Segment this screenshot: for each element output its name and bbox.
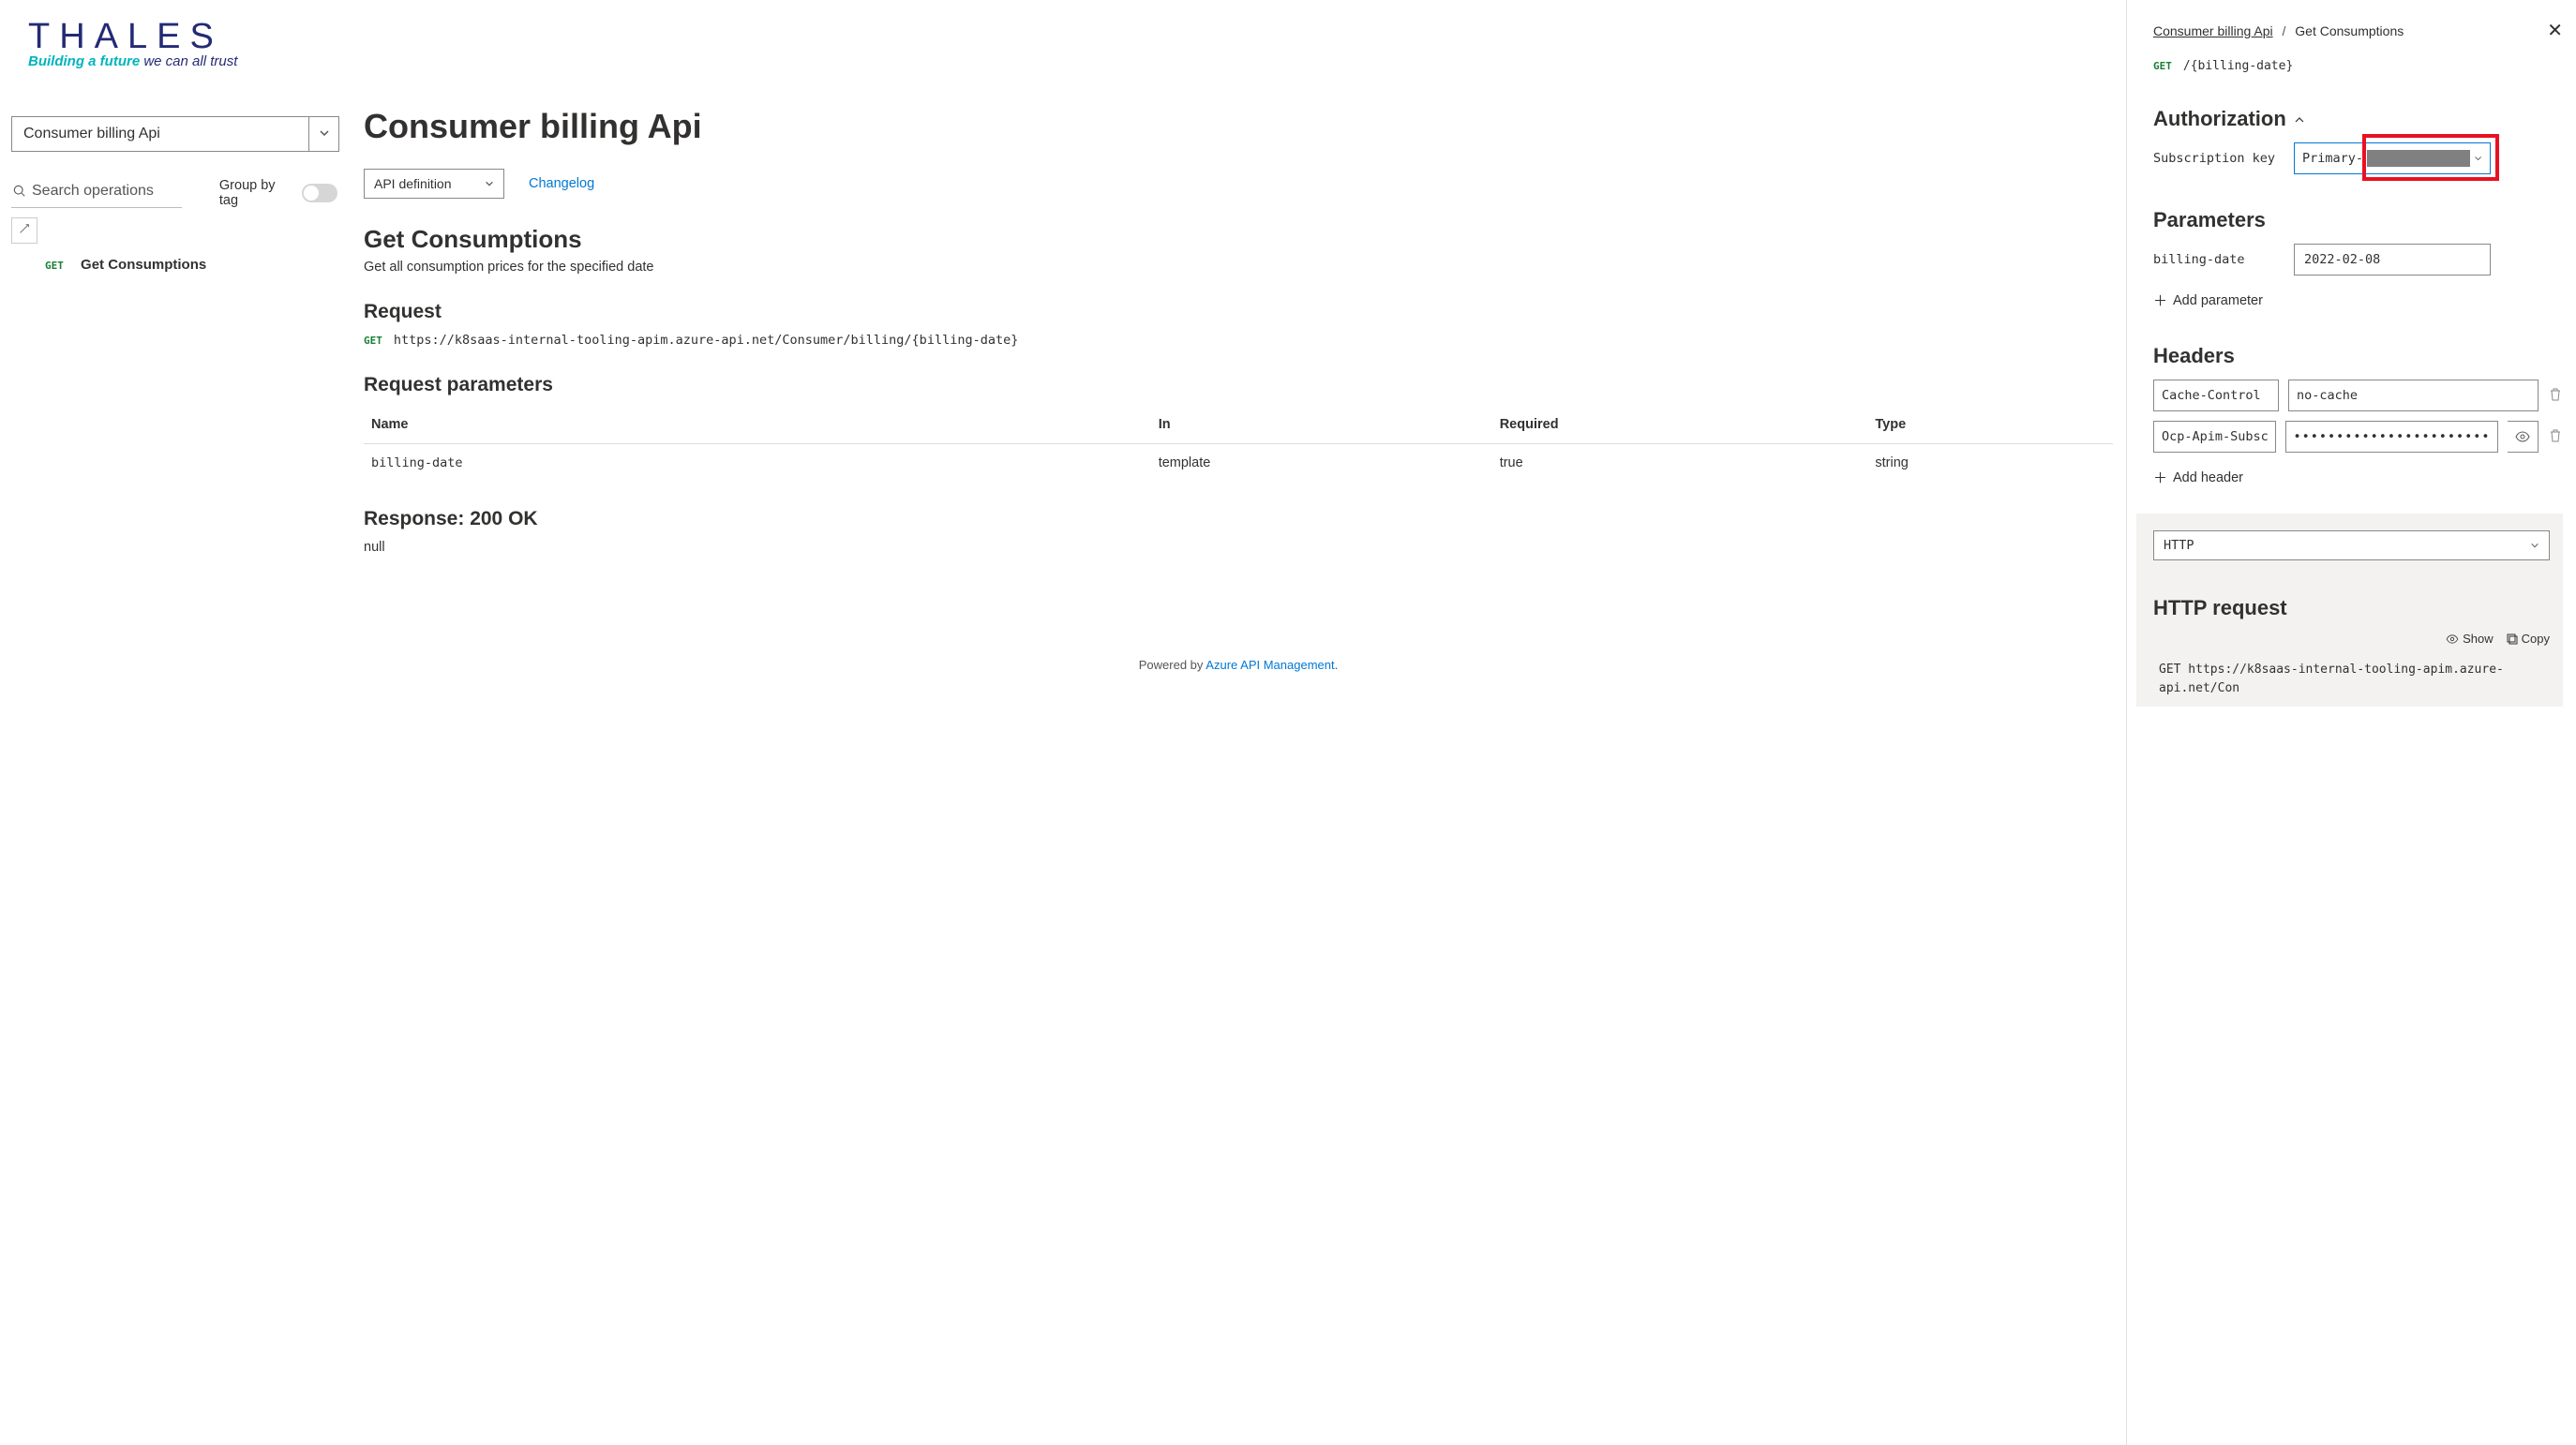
- breadcrumb-leaf: Get Consumptions: [2295, 23, 2404, 38]
- api-select-dropdown[interactable]: Consumer billing Api: [11, 116, 339, 152]
- api-definition-dropdown[interactable]: API definition: [364, 169, 504, 199]
- header-name-input[interactable]: Ocp-Apim-Subsc: [2153, 421, 2276, 453]
- headers-heading: Headers: [2153, 344, 2563, 368]
- collapse-tree-button[interactable]: [11, 217, 37, 244]
- header-value-input[interactable]: •••••••••••••••••••••••: [2285, 421, 2499, 453]
- operation-title: Get Consumptions: [364, 225, 2113, 254]
- subscription-key-label: Subscription key: [2153, 151, 2284, 166]
- operation-name: Get Consumptions: [81, 257, 206, 273]
- page-title: Consumer billing Api: [364, 107, 2113, 146]
- params-table: Name In Required Type billing-date templ…: [364, 406, 2113, 482]
- header-name-input[interactable]: Cache-Control: [2153, 380, 2279, 411]
- sidebar: Consumer billing Api Search operations G…: [0, 79, 347, 1445]
- group-by-tag-label: Group by tag: [219, 178, 294, 208]
- eye-icon: [2446, 634, 2459, 644]
- th-name: Name: [364, 406, 1151, 444]
- response-body: null: [364, 540, 2113, 555]
- sidebar-operation-item[interactable]: GET Get Consumptions: [45, 257, 337, 273]
- eye-icon[interactable]: [2508, 421, 2539, 453]
- powered-by-link[interactable]: Azure API Management: [1206, 658, 1334, 672]
- search-placeholder: Search operations: [32, 183, 154, 200]
- plus-icon: ＋: [2153, 468, 2167, 487]
- add-parameter-button[interactable]: ＋ Add parameter: [2153, 290, 2563, 310]
- masked-key: [2367, 150, 2470, 167]
- powered-by: Powered by Azure API Management.: [364, 658, 2113, 672]
- request-heading: Request: [364, 301, 2113, 323]
- endpoint-path: GET/{billing-date}: [2153, 59, 2563, 73]
- table-row: billing-date template true string: [364, 444, 2113, 483]
- chevron-down-icon: [485, 179, 494, 188]
- try-it-panel: Consumer billing Api / Get Consumptions …: [2126, 0, 2576, 1445]
- trash-icon[interactable]: [2548, 429, 2563, 445]
- api-select-value: Consumer billing Api: [12, 126, 308, 142]
- response-heading: Response: 200 OK: [364, 508, 2113, 530]
- parameters-heading: Parameters: [2153, 208, 2563, 232]
- chevron-up-icon: [2294, 107, 2305, 131]
- param-value-input[interactable]: 2022-02-08: [2294, 244, 2491, 276]
- chevron-down-icon: [2474, 154, 2482, 163]
- th-required: Required: [1492, 406, 1868, 444]
- param-name: billing-date: [2153, 252, 2284, 267]
- app-header: THALES Building a future we can all trus…: [0, 0, 2126, 79]
- group-by-tag-toggle[interactable]: [302, 184, 337, 202]
- copy-button[interactable]: Copy: [2507, 632, 2550, 646]
- language-select[interactable]: HTTP: [2153, 530, 2550, 560]
- th-in: In: [1151, 406, 1492, 444]
- request-line: GEThttps://k8saas-internal-tooling-apim.…: [364, 333, 2113, 348]
- breadcrumb-root[interactable]: Consumer billing Api: [2153, 23, 2273, 38]
- subscription-key-dropdown[interactable]: Primary-: [2294, 142, 2491, 174]
- authorization-heading[interactable]: Authorization: [2153, 107, 2563, 131]
- plus-icon: ＋: [2153, 290, 2167, 310]
- breadcrumb: Consumer billing Api / Get Consumptions: [2153, 23, 2547, 38]
- copy-icon: [2507, 633, 2518, 645]
- close-icon[interactable]: ✕: [2547, 19, 2563, 42]
- trash-icon[interactable]: [2548, 388, 2563, 404]
- show-button[interactable]: Show: [2446, 632, 2494, 646]
- http-request-code: GET https://k8saas-internal-tooling-apim…: [2153, 661, 2550, 697]
- brand-logo: THALES Building a future we can all trus…: [28, 17, 2117, 69]
- chevron-down-icon: [2530, 541, 2539, 550]
- method-badge: GET: [45, 260, 64, 272]
- header-value-input[interactable]: no-cache: [2288, 380, 2539, 411]
- chevron-down-icon: [308, 117, 338, 151]
- th-type: Type: [1867, 406, 2113, 444]
- main-content: Consumer billing Api API definition Chan…: [347, 79, 2126, 1445]
- request-params-heading: Request parameters: [364, 374, 2113, 396]
- add-header-button[interactable]: ＋ Add header: [2153, 468, 2563, 487]
- http-request-heading: HTTP request: [2153, 596, 2550, 620]
- search-input[interactable]: Search operations: [11, 179, 182, 208]
- changelog-link[interactable]: Changelog: [529, 176, 594, 191]
- operation-description: Get all consumption prices for the speci…: [364, 260, 2113, 275]
- search-icon: [13, 185, 26, 198]
